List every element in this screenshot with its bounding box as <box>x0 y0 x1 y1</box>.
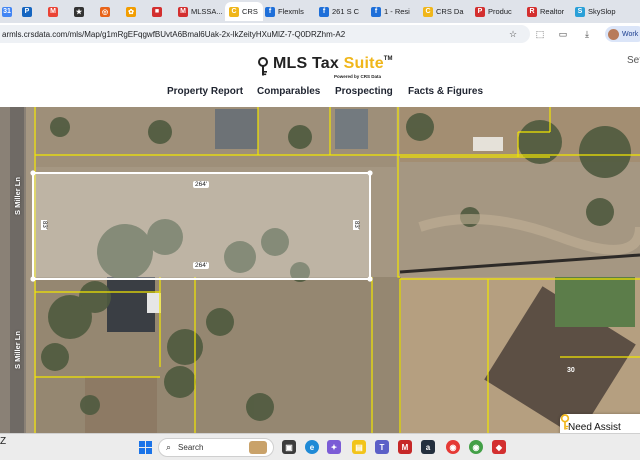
mcafee-icon[interactable]: M <box>398 440 412 454</box>
nav-property-report[interactable]: Property Report <box>167 86 243 97</box>
crs-icon: C <box>229 6 239 17</box>
flexmls-icon: f <box>265 6 275 17</box>
bookmark-star-icon[interactable]: ☆ <box>506 27 520 41</box>
search-icon: ⌕ <box>166 442 172 452</box>
app-icon: ◎ <box>100 6 110 17</box>
browser-tab-label: MLSSA... <box>191 7 223 16</box>
skyslope-icon: S <box>575 6 585 17</box>
browser-tab[interactable]: ◎ <box>100 2 124 21</box>
windows-start-icon[interactable] <box>138 440 152 454</box>
browser-tab[interactable]: 31 <box>2 2 20 21</box>
browser-tab[interactable]: f Flexmls <box>265 2 317 21</box>
browser-tab[interactable]: M <box>48 2 72 21</box>
parcel-house-number: 30 <box>567 367 575 374</box>
flexmls-icon: f <box>371 6 381 17</box>
need-assistance-label: Need Assist <box>568 421 621 433</box>
settings-link[interactable]: Set <box>627 55 640 66</box>
browser-tab[interactable]: ★ <box>74 2 98 21</box>
browser-toolbar: armls.crsdata.com/mls/Map/g1mRgEFqgwfBUv… <box>0 23 640 45</box>
nav-facts-figures[interactable]: Facts & Figures <box>408 86 483 97</box>
app-icon: M <box>178 6 188 17</box>
copilot-icon[interactable]: ✦ <box>327 440 341 454</box>
street-label-s-miller-ln: S Miller Ln <box>13 331 22 369</box>
logo-trademark: TM <box>383 56 393 62</box>
teams-icon[interactable]: T <box>375 440 389 454</box>
browser-tab-label: CRS Da <box>436 7 464 16</box>
browser-tab-label: 261 S C <box>332 7 360 16</box>
browser-tab-label: CRS <box>242 7 258 16</box>
app-icon: ■ <box>152 6 162 17</box>
crs-icon: C <box>423 6 433 17</box>
need-assistance-button[interactable]: Need Assist <box>560 414 640 433</box>
search-highlight-image <box>249 441 267 454</box>
edge-browser-icon[interactable]: e <box>305 440 319 454</box>
chrome-icon[interactable]: ◉ <box>446 440 460 454</box>
parking-icon: P <box>22 6 32 17</box>
file-explorer-icon[interactable]: ▤ <box>352 440 366 454</box>
profile-button[interactable]: Work <box>605 26 640 42</box>
address-bar[interactable]: armls.crsdata.com/mls/Map/g1mRgEFqgwfBUv… <box>0 25 530 43</box>
mls-tax-suite-logo[interactable]: MLS Tax Suite TM Powered by CRS Data <box>257 55 393 79</box>
star-icon: ★ <box>74 6 84 17</box>
flexmls-icon: f <box>319 6 329 17</box>
aerial-imagery <box>0 107 640 433</box>
parcel-dimension-right: 83' <box>353 220 359 230</box>
extensions-icon[interactable]: ⬚ <box>533 27 547 41</box>
browser-tab[interactable]: S SkySlop <box>575 2 623 21</box>
close-tab-icon[interactable]: ✕ <box>262 6 263 17</box>
browser-tab[interactable]: C CRS Da <box>423 2 473 21</box>
app-icon: P <box>475 6 485 17</box>
browser-tab[interactable]: R Realtor <box>527 2 573 21</box>
chrome-profile-icon[interactable]: ◉ <box>469 440 483 454</box>
taskbar-left-text: Z <box>0 436 7 447</box>
profile-label: Work <box>622 30 639 38</box>
downloads-icon[interactable]: ⤓ <box>580 27 594 41</box>
parcel-dimension-left: 83' <box>41 220 47 230</box>
key-icon <box>560 414 570 430</box>
amazon-icon[interactable]: a <box>421 440 435 454</box>
street-label-s-miller-ln: S Miller Ln <box>13 177 22 215</box>
browser-tab[interactable]: ✿ <box>126 2 150 21</box>
logo-powered-by: Powered by CRS Data <box>334 74 382 79</box>
taskbar-search-box[interactable]: ⌕ Search <box>158 438 274 457</box>
browser-tab-label: Produc <box>488 7 512 16</box>
browser-tab-label: Realtor <box>540 7 565 16</box>
browser-tab[interactable]: f 261 S C <box>319 2 369 21</box>
avatar <box>608 28 619 40</box>
browser-tab[interactable]: ■ <box>152 2 176 21</box>
browser-tab-label: 1 - Resi <box>384 7 410 16</box>
google-calendar-icon: 31 <box>2 6 12 17</box>
browser-tab-label: Flexmls <box>278 7 304 16</box>
browser-tab[interactable]: P Produc <box>475 2 525 21</box>
logo-wordmark: MLS Tax Suite <box>273 55 384 72</box>
gmail-icon: M <box>48 6 58 17</box>
windows-taskbar: Z ⌕ Search ▣ e ✦ ▤ T M a ◉ ◉ ◆ <box>0 433 640 460</box>
site-header: MLS Tax Suite TM Powered by CRS Data Set… <box>0 45 640 107</box>
realtor-icon: R <box>527 6 537 17</box>
app-icon: ✿ <box>126 6 136 17</box>
task-view-icon[interactable]: ▣ <box>282 440 296 454</box>
browser-tab-strip: 31PM★◎✿■MMLSSA...CCRS✕fFlexmlsf261 S Cf1… <box>0 0 640 23</box>
browser-tab[interactable]: P <box>22 2 46 21</box>
url-text: armls.crsdata.com/mls/Map/g1mRgEFqgwfBUv… <box>2 29 346 39</box>
key-icon <box>258 57 268 76</box>
parcel-dimension-bottom: 264' <box>193 262 210 269</box>
nav-prospecting[interactable]: Prospecting <box>335 86 393 97</box>
browser-tab[interactable]: f1 - Resi <box>371 2 421 21</box>
app-icon[interactable]: ◆ <box>492 440 506 454</box>
tab-search-icon[interactable]: ▭ <box>556 27 570 41</box>
browser-tab[interactable]: M MLSSA... <box>178 2 223 21</box>
taskbar-search-placeholder: Search <box>178 443 204 452</box>
parcel-dimension-top: 264' <box>193 181 210 188</box>
browser-tab[interactable]: CCRS ✕ <box>225 2 263 21</box>
parcel-map[interactable]: S Miller Ln S Miller Ln 264' 264' 83' 83… <box>0 107 640 433</box>
nav-comparables[interactable]: Comparables <box>257 86 320 97</box>
browser-tab-label: SkySlop <box>588 7 616 16</box>
